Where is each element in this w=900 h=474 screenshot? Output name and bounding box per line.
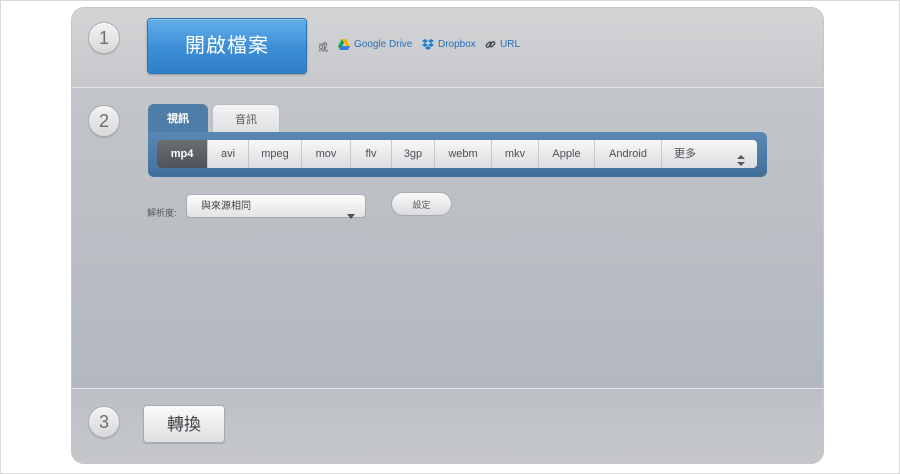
step-number-2: 2 [88, 105, 120, 137]
resolution-value: 與來源相同 [201, 201, 251, 212]
or-text: 或 [318, 43, 328, 54]
dropbox-link[interactable]: Dropbox [422, 39, 476, 50]
format-mkv[interactable]: mkv [492, 140, 539, 168]
format-mp4[interactable]: mp4 [157, 140, 208, 168]
format-webm[interactable]: webm [435, 140, 492, 168]
resolution-select[interactable]: 與來源相同 [186, 194, 366, 219]
open-file-button[interactable]: 開啟檔案 [147, 18, 307, 74]
google-drive-label: Google Drive [354, 39, 413, 50]
format-bar: mp4 avi mpeg mov flv 3gp webm mkv Apple … [148, 132, 767, 177]
format-mov[interactable]: mov [302, 140, 351, 168]
format-strip: mp4 avi mpeg mov flv 3gp webm mkv Apple … [157, 140, 757, 168]
format-avi[interactable]: avi [208, 140, 249, 168]
format-more-select[interactable]: 更多 [662, 140, 757, 168]
link-icon [485, 39, 496, 50]
step-number-3: 3 [88, 406, 120, 438]
converter-panel: 1 開啟檔案 或 Google Drive Dropbox URL 2 視訊 音… [72, 8, 823, 463]
tab-video[interactable]: 視訊 [148, 104, 208, 132]
settings-button[interactable]: 設定 [391, 192, 452, 216]
chevron-down-icon [347, 205, 355, 229]
url-link[interactable]: URL [485, 39, 520, 50]
format-apple[interactable]: Apple [539, 140, 595, 168]
step-number-1: 1 [88, 22, 120, 54]
resolution-label: 解析度: [147, 208, 177, 218]
format-android[interactable]: Android [595, 140, 662, 168]
tab-audio[interactable]: 音訊 [212, 104, 280, 133]
format-flv[interactable]: flv [351, 140, 392, 168]
url-label: URL [500, 39, 521, 50]
format-mpeg[interactable]: mpeg [249, 140, 302, 168]
dropbox-icon [422, 39, 434, 50]
format-3gp[interactable]: 3gp [392, 140, 435, 168]
google-drive-icon [338, 39, 350, 50]
updown-icon [737, 149, 745, 168]
format-more-label: 更多 [674, 148, 696, 160]
dropbox-label: Dropbox [438, 39, 476, 50]
google-drive-link[interactable]: Google Drive [338, 39, 412, 50]
convert-button[interactable]: 轉換 [143, 405, 225, 443]
